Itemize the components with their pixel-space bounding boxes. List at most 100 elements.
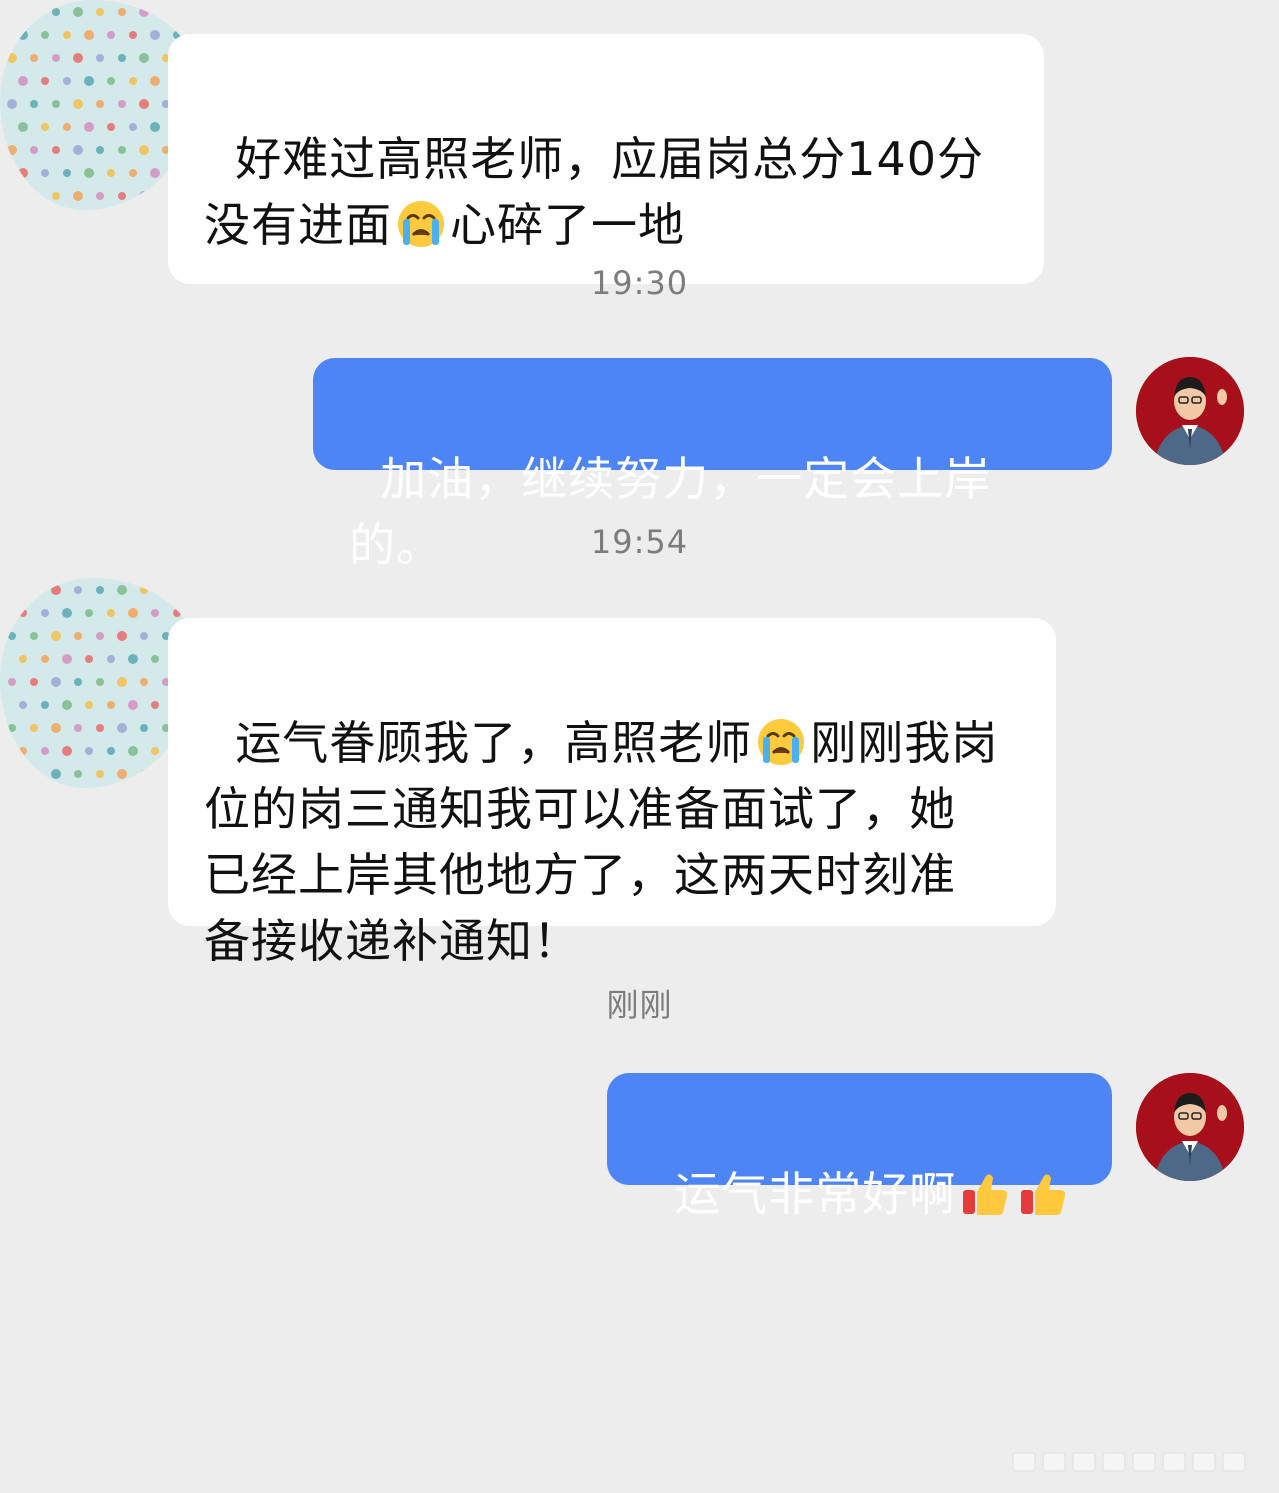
watermark-logo-icon <box>1012 1452 1246 1472</box>
avatar-dot <box>74 586 82 594</box>
avatar-dot <box>150 168 160 178</box>
avatar-dot <box>30 632 38 640</box>
avatar-dot <box>19 609 27 617</box>
message-bubble-outgoing[interactable]: 运气非常好啊 <box>607 1073 1112 1221</box>
avatar-dot <box>85 747 93 755</box>
avatar-dot <box>18 76 28 86</box>
avatar-dot <box>74 632 82 640</box>
avatar-dot <box>41 747 49 755</box>
avatar-dot <box>51 723 61 733</box>
avatar-dot <box>150 76 160 86</box>
avatar-dot <box>30 678 38 686</box>
avatar-dot <box>8 632 16 640</box>
avatar-dot <box>8 770 16 778</box>
avatar-dot <box>63 123 71 131</box>
avatar-dot <box>118 100 126 108</box>
avatar-dot <box>129 123 137 131</box>
avatar-dot <box>74 724 82 732</box>
message-timestamp: 19:54 <box>590 523 689 561</box>
message-bubble-incoming[interactable]: 运气眷顾我了，高照老师 刚刚我岗 位的岗三通知我可以准备面试了，她 已经上岸其他地… <box>168 618 1056 968</box>
avatar-dot <box>52 54 60 62</box>
avatar-dot <box>128 746 138 756</box>
avatar-dot <box>73 99 83 109</box>
avatar-dot <box>41 655 49 663</box>
avatar-dot <box>7 145 17 155</box>
avatar-dot <box>84 168 94 178</box>
avatar-dot <box>151 609 159 617</box>
avatar-dot <box>84 30 94 40</box>
avatar-dot <box>162 586 170 594</box>
avatar-dot <box>96 586 104 594</box>
avatar-dot <box>30 8 38 16</box>
avatar-dot <box>8 678 16 686</box>
message-text: 心碎了一地 <box>450 198 685 252</box>
avatar-dot <box>85 609 93 617</box>
avatar-dot <box>41 31 49 39</box>
avatar-dot <box>7 99 17 109</box>
thumbs-up-icon <box>960 1168 1010 1218</box>
message-text: 运气眷顾我了，高照老师 <box>235 716 753 770</box>
avatar-dot <box>41 169 49 177</box>
avatar-dot <box>139 191 149 201</box>
avatar-dot <box>96 678 104 686</box>
avatar-dot <box>107 655 115 663</box>
avatar-dot <box>85 701 93 709</box>
avatar-dot <box>19 747 27 755</box>
avatar-dot <box>151 747 159 755</box>
avatar-dot <box>7 191 17 201</box>
avatar-dot <box>73 7 83 17</box>
avatar-dot <box>96 724 104 732</box>
avatar-dot <box>63 77 71 85</box>
avatar-dot <box>18 30 28 40</box>
avatar-dot <box>52 100 60 108</box>
avatar-dot <box>184 8 192 16</box>
avatar-dot <box>151 655 159 663</box>
avatar-dot <box>118 192 126 200</box>
avatar-dot <box>51 631 61 641</box>
avatar-dot <box>140 678 148 686</box>
man-in-suit-avatar-icon <box>1136 1073 1244 1181</box>
thumbs-up-icon <box>1018 1168 1068 1218</box>
user-avatar[interactable] <box>1136 1073 1244 1181</box>
avatar-dot <box>84 76 94 86</box>
avatar-dot <box>63 31 71 39</box>
avatar-dot <box>30 146 38 154</box>
avatar-dot <box>74 770 82 778</box>
avatar-dot <box>30 724 38 732</box>
avatar-dot <box>73 53 83 63</box>
message-timestamp: 刚刚 <box>606 986 673 1024</box>
avatar-dot <box>107 701 115 709</box>
avatar-dot <box>150 30 160 40</box>
avatar-dot <box>96 100 104 108</box>
message-bubble-outgoing[interactable]: 加油，继续努力，一定会上岸的。 <box>313 358 1112 572</box>
loudly-crying-face-icon <box>396 199 446 249</box>
avatar-dot <box>139 145 149 155</box>
avatar-dot <box>107 609 115 617</box>
user-avatar[interactable] <box>1136 357 1244 465</box>
avatar-dot <box>96 770 104 778</box>
avatar-dot <box>129 77 137 85</box>
avatar-dot <box>51 769 61 779</box>
message-text: 运气非常好啊 <box>674 1167 957 1221</box>
avatar-dot <box>96 8 104 16</box>
man-in-suit-avatar-icon <box>1136 357 1244 465</box>
avatar-dot <box>96 632 104 640</box>
avatar-dot <box>52 146 60 154</box>
avatar-dot <box>118 146 126 154</box>
avatar-dot <box>173 609 181 617</box>
message-timestamp: 19:30 <box>590 264 689 302</box>
avatar-dot <box>30 770 38 778</box>
avatar-dot <box>140 586 148 594</box>
avatar-dot <box>118 8 126 16</box>
avatar-dot <box>107 123 115 131</box>
avatar-dot <box>30 192 38 200</box>
avatar-dot <box>183 585 193 595</box>
avatar-dot <box>62 700 72 710</box>
message-bubble-incoming[interactable]: 好难过高照老师，应届岗总分140分 没有进面 心碎了一地 <box>168 34 1044 284</box>
avatar-dot <box>129 31 137 39</box>
avatar-dot <box>151 701 159 709</box>
avatar-dot <box>51 677 61 687</box>
avatar-dot <box>117 631 127 641</box>
avatar-dot <box>140 632 148 640</box>
avatar-dot <box>117 677 127 687</box>
